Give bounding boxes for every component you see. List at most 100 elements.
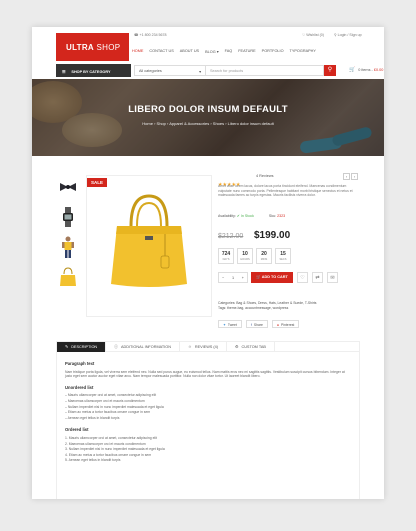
pinterest-button[interactable]: ● Pinterest (271, 320, 300, 328)
list-item: 2. Maecenas ullamcorper orci et mauris c… (65, 441, 146, 446)
list-item: 3. Nullam imperdiet nisi in nunc imperdi… (65, 447, 165, 452)
shop-by-category-label: SHOP BY CATEGORY (71, 69, 111, 74)
thumbnail-bowtie[interactable] (56, 175, 80, 199)
thumbnail-bag[interactable] (56, 265, 80, 289)
product-meta: Categories: Bag & Shoes, Dress, Hats, Le… (218, 301, 317, 311)
tab-additional-information[interactable]: ⓘ ADDITIONAL INFORMATION (106, 342, 180, 352)
qty-plus-button[interactable]: + (242, 276, 244, 280)
search-button[interactable]: ⚲ (324, 65, 336, 76)
next-product-button[interactable]: › (351, 173, 358, 180)
thumbnail-model[interactable] (56, 235, 80, 259)
old-price: $212.00 (218, 233, 244, 240)
cart-summary[interactable]: 🛒 0 items - £0.00 (349, 67, 383, 73)
search-placeholder: Search for products (210, 69, 244, 73)
product-nav: ‹ › (342, 173, 358, 180)
list-item: – Etiam ac metus a tortor faucibus ornar… (65, 410, 151, 415)
nav-faq[interactable]: FAQ (225, 49, 233, 54)
countdown-secs: 15 SECS (275, 248, 291, 264)
tags[interactable]: Tags: theme-bag, accountmessage, wordpre… (218, 306, 317, 311)
heart-icon[interactable]: ♡ (297, 272, 308, 283)
countdown-mins: 20 MINS (256, 248, 272, 264)
twitter-icon: ✦ (223, 323, 226, 327)
availability: Availability: ✔ In Stock Sku: 2323 (218, 214, 285, 218)
category-select[interactable]: All categories ▾ (134, 65, 206, 76)
sale-badge: SALE (87, 178, 108, 187)
logo[interactable]: ULTRA SHOP (56, 33, 129, 61)
add-to-cart-button[interactable]: 🛒 ADD TO CART (251, 272, 293, 283)
nav-home[interactable]: HOME (132, 49, 143, 54)
page-title: LIBERO DOLOR INSUM DEFAULT (128, 104, 288, 115)
product-main-image[interactable]: SALE (86, 175, 212, 317)
login-link[interactable]: ⚲ Login / Sign up (334, 33, 362, 37)
share-buttons: ✦ Tweet f Share ● Pinterest (218, 320, 303, 328)
countdown-hours: 10 HOURS (237, 248, 253, 264)
price: $199.00 (254, 230, 291, 241)
product-info: ★★★★★ 4 Reviews ‹ › Amet vitae lorem lac… (218, 173, 360, 328)
nav-about[interactable]: ABOUT US (180, 49, 199, 54)
list-item: 1. Mauris ullamcorper orci at amet, cons… (65, 435, 157, 440)
tab-reviews[interactable]: ☺ REVIEWS (4) (180, 342, 228, 352)
search-input[interactable]: Search for products (206, 65, 324, 76)
cart-amount: £0.00 (373, 68, 384, 72)
wishlist-link[interactable]: ♡ Wishlist (0) (302, 33, 324, 37)
paragraph-heading: Paragraph text (65, 361, 95, 366)
list-item: – Aenean eget tellus in blandit turpis (65, 415, 120, 420)
product-tabs: ✎ DESCRIPTION ⓘ ADDITIONAL INFORMATION ☺ RE… (56, 341, 360, 352)
info-icon: ⓘ (114, 345, 118, 349)
facebook-icon: f (250, 323, 252, 327)
quantity-stepper[interactable]: − 1 + (218, 272, 248, 283)
compare-icon[interactable]: ⇄ (312, 272, 323, 283)
nav-feature[interactable]: FEATURE (238, 49, 255, 54)
chevron-down-icon: ▾ (199, 70, 201, 74)
pencil-icon: ✎ (65, 345, 69, 349)
list-item: 4. Etiam ac metus a tortor faucibus orna… (65, 452, 152, 457)
page-hero: LIBERO DOLOR INSUM DEFAULT Home › Shop ›… (32, 79, 384, 156)
search-icon: ⚲ (327, 67, 333, 73)
logo-brand: ULTRA (66, 43, 95, 52)
availability-label: Availability: (218, 214, 236, 218)
list-item: 5. Aenean eget tellus in blandit turpis (65, 458, 121, 463)
cart-items: 0 items - (358, 68, 374, 72)
nav-typography[interactable]: TYPOGRAPHY (290, 49, 316, 54)
page-card: ☎ +1 800 234 5678 ♡ Wishlist (0) ⚲ Login… (32, 27, 384, 499)
main-nav: HOME CONTACT US ABOUT US BLOG ▾ FAQ FEAT… (132, 49, 322, 54)
shop-by-category-button[interactable]: ☰ SHOP BY CATEGORY (56, 64, 131, 77)
yellow-handbag-image (111, 194, 187, 287)
sku-value: 2323 (277, 214, 286, 218)
unordered-heading: Unordered list (65, 384, 94, 390)
nav-blog[interactable]: BLOG ▾ (205, 49, 219, 54)
prev-product-button[interactable]: ‹ (343, 173, 350, 180)
tab-description[interactable]: ✎ DESCRIPTION (57, 342, 107, 352)
availability-value: ✔ In Stock (236, 214, 254, 218)
qty-minus-button[interactable]: − (222, 276, 224, 280)
purchase-row: − 1 + 🛒 ADD TO CART ♡ ⇄ ✉ (218, 272, 338, 283)
list-item: – Mauris ullamcorper orci at amet, conse… (65, 393, 157, 398)
ordered-list: 1. Mauris ullamcorper orci at amet, cons… (65, 436, 351, 463)
share-button[interactable]: f Share (245, 320, 268, 328)
mail-icon[interactable]: ✉ (327, 272, 338, 283)
qty-value[interactable]: 1 (232, 276, 234, 280)
breadcrumb[interactable]: Home › Shop › Apparel & Accessories › Sh… (32, 121, 384, 126)
pinterest-icon: ● (276, 323, 279, 327)
hamburger-icon: ☰ (62, 69, 66, 74)
product-description: Amet vitae lorem lacus, dolore lacus por… (218, 184, 353, 198)
countdown: 724 DAYS 10 HOURS 20 MINS 15 SECS (218, 248, 294, 264)
smile-icon: ☺ (187, 345, 192, 349)
countdown-days: 724 DAYS (218, 248, 234, 264)
description-panel: Paragraph text Nam tristique porta ligul… (56, 352, 360, 499)
search-row: ☰ SHOP BY CATEGORY All categories ▾ Search… (56, 64, 384, 77)
logo-suffix: SHOP (94, 43, 121, 52)
nav-contact[interactable]: CONTACT US (149, 49, 173, 54)
list-item: – Nullam imperdiet nisi in nunc imperdie… (65, 404, 164, 409)
cart-icon: 🛒 (349, 67, 356, 73)
thumbnail-watch[interactable] (56, 205, 80, 229)
nav-portfolio[interactable]: PORTFOLIO (262, 49, 284, 54)
tab-custom[interactable]: ⚙ CUSTOM TAB (227, 342, 275, 352)
reviews-link[interactable]: 4 Reviews (256, 174, 274, 178)
paragraph-text: Nam tristique porta ligula, vel viverra … (65, 369, 345, 379)
gear-icon: ⚙ (235, 345, 239, 349)
sku-label: Sku: (268, 214, 277, 218)
tweet-button[interactable]: ✦ Tweet (218, 320, 242, 328)
ordered-heading: Ordered list (65, 427, 89, 433)
unordered-list: – Mauris ullamcorper orci at amet, conse… (65, 393, 351, 420)
